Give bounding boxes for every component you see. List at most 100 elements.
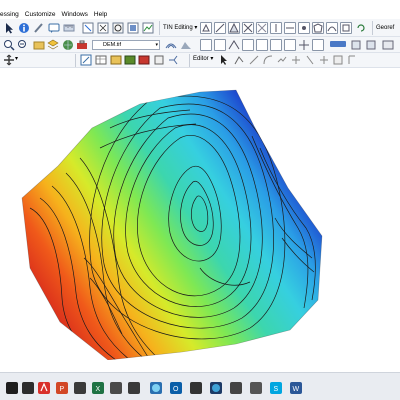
app3-icon[interactable]	[250, 382, 262, 394]
edit-vertices-icon[interactable]	[233, 54, 245, 66]
chevron-down-icon[interactable]: ▾	[15, 54, 18, 64]
browser-icon[interactable]	[128, 382, 140, 394]
tin-tool-a-icon[interactable]	[200, 39, 212, 51]
app-icon[interactable]	[110, 382, 122, 394]
tin-flip-icon[interactable]	[270, 22, 282, 34]
tin-edge-icon[interactable]	[214, 22, 226, 34]
zoom-in-icon[interactable]	[3, 39, 15, 51]
terminal-icon[interactable]	[190, 382, 202, 394]
editor-menu[interactable]: Editor ▾	[193, 54, 213, 64]
tin-clip-icon[interactable]	[340, 22, 352, 34]
rotate-icon[interactable]	[318, 54, 330, 66]
acrobat-icon[interactable]	[38, 382, 50, 394]
tin-tool-f-icon[interactable]	[270, 39, 282, 51]
menu-bar: essing Customize Windows Help	[0, 10, 400, 19]
go-to-xy-icon[interactable]	[97, 22, 109, 34]
end-point-arc-icon[interactable]	[262, 54, 274, 66]
identify-icon[interactable]	[18, 22, 30, 34]
tin-tool-j-icon[interactable]	[350, 39, 362, 51]
menu-item-windows[interactable]: Windows	[62, 10, 88, 19]
create-features-icon[interactable]	[346, 54, 358, 66]
chevron-down-icon: ▾	[155, 42, 158, 48]
excel-icon[interactable]: X	[92, 382, 104, 394]
menu-item-customize[interactable]: Customize	[25, 10, 56, 19]
toolbox-icon[interactable]	[76, 39, 88, 51]
layer-dropdown[interactable]: DEM.tif ▾	[92, 40, 160, 50]
tin-tool-h-icon[interactable]	[298, 39, 310, 51]
tin-interpolate-icon[interactable]	[326, 22, 338, 34]
hillshade-icon[interactable]	[180, 39, 192, 51]
skype-icon[interactable]: S	[270, 382, 282, 394]
svg-text:W: W	[293, 386, 300, 393]
tin-tool-g-icon[interactable]	[284, 39, 296, 51]
tin-editing-menu[interactable]: TIN Editing ▾	[163, 23, 197, 33]
tin-tool-b-icon[interactable]	[214, 39, 226, 51]
tin-vertex-icon[interactable]	[298, 22, 310, 34]
edit-arrow-icon[interactable]	[218, 54, 230, 66]
globe-icon[interactable]	[62, 39, 74, 51]
tin-delete-icon[interactable]	[242, 22, 254, 34]
tin-triangle-icon[interactable]	[228, 22, 240, 34]
editor-table-icon[interactable]	[95, 54, 107, 66]
measure-icon[interactable]	[63, 22, 75, 34]
outlook-icon[interactable]: O	[170, 382, 182, 394]
reshape-icon[interactable]	[153, 54, 165, 66]
start-icon[interactable]	[6, 382, 18, 394]
catalog-icon[interactable]	[33, 39, 45, 51]
tin-polygon-icon[interactable]	[312, 22, 324, 34]
sketch-tool-icon[interactable]	[110, 54, 122, 66]
tin-tool-k-icon[interactable]	[365, 39, 377, 51]
menu-item-help[interactable]: Help	[94, 10, 107, 19]
dem-contour-surface	[21, 89, 323, 360]
scale-icon[interactable]	[332, 54, 344, 66]
media-icon[interactable]	[74, 382, 86, 394]
contour-tool-icon[interactable]	[165, 39, 177, 51]
georef-tool-icon[interactable]	[382, 39, 394, 51]
globe-app-icon[interactable]	[210, 382, 222, 394]
point-icon[interactable]	[290, 54, 302, 66]
taskbar: P X O S W	[0, 372, 400, 400]
powerpoint-icon[interactable]: P	[56, 382, 68, 394]
arcmap-icon[interactable]	[150, 382, 162, 394]
select-features-icon[interactable]	[82, 22, 94, 34]
cut-polygon-icon[interactable]	[168, 54, 180, 66]
split-icon[interactable]	[304, 54, 316, 66]
tin-tool-i-icon[interactable]	[312, 39, 324, 51]
html-popup-icon[interactable]	[48, 22, 60, 34]
app2-icon[interactable]	[230, 382, 242, 394]
swatch-blue-icon[interactable]	[330, 41, 346, 47]
tin-tool-c-icon[interactable]	[228, 39, 240, 51]
zoom-out-icon[interactable]	[17, 39, 29, 51]
tin-swap-icon[interactable]	[256, 22, 268, 34]
tin-tool-d-icon[interactable]	[242, 39, 254, 51]
app-window: essing Customize Windows Help TIN Editin…	[0, 0, 400, 400]
edit-tool-icon[interactable]	[80, 54, 92, 66]
layer-add-icon[interactable]	[47, 39, 59, 51]
explorer-icon[interactable]	[22, 382, 34, 394]
straight-segment-icon[interactable]	[248, 54, 260, 66]
menu-item-geoprocessing[interactable]: essing	[0, 10, 19, 19]
raster-icon[interactable]	[142, 22, 154, 34]
georeferencing-menu[interactable]: Georef	[376, 23, 394, 33]
toolbar-row-1: TIN Editing ▾ Georef	[0, 19, 400, 37]
word-icon[interactable]: W	[290, 382, 302, 394]
toolbar-separator	[75, 54, 76, 67]
pan-icon[interactable]	[3, 54, 15, 66]
svg-text:X: X	[96, 386, 101, 393]
time-slider-icon[interactable]	[112, 22, 124, 34]
tin-refresh-icon[interactable]	[355, 22, 367, 34]
map-display[interactable]	[0, 68, 400, 360]
find-icon[interactable]	[33, 22, 45, 34]
create-viewer-icon[interactable]	[127, 22, 139, 34]
tin-node-icon[interactable]	[200, 22, 212, 34]
toolbar-row-3: ▾ Editor ▾	[0, 53, 400, 68]
svg-text:S: S	[274, 386, 279, 393]
toolbar-separator	[189, 54, 190, 67]
attributes-icon[interactable]	[124, 54, 136, 66]
select-arrow-icon[interactable]	[3, 22, 15, 34]
tin-tool-e-icon[interactable]	[256, 39, 268, 51]
tin-breakline-icon[interactable]	[284, 22, 296, 34]
trace-icon[interactable]	[276, 54, 288, 66]
topology-icon[interactable]	[138, 54, 150, 66]
toolbar-separator	[159, 21, 160, 35]
